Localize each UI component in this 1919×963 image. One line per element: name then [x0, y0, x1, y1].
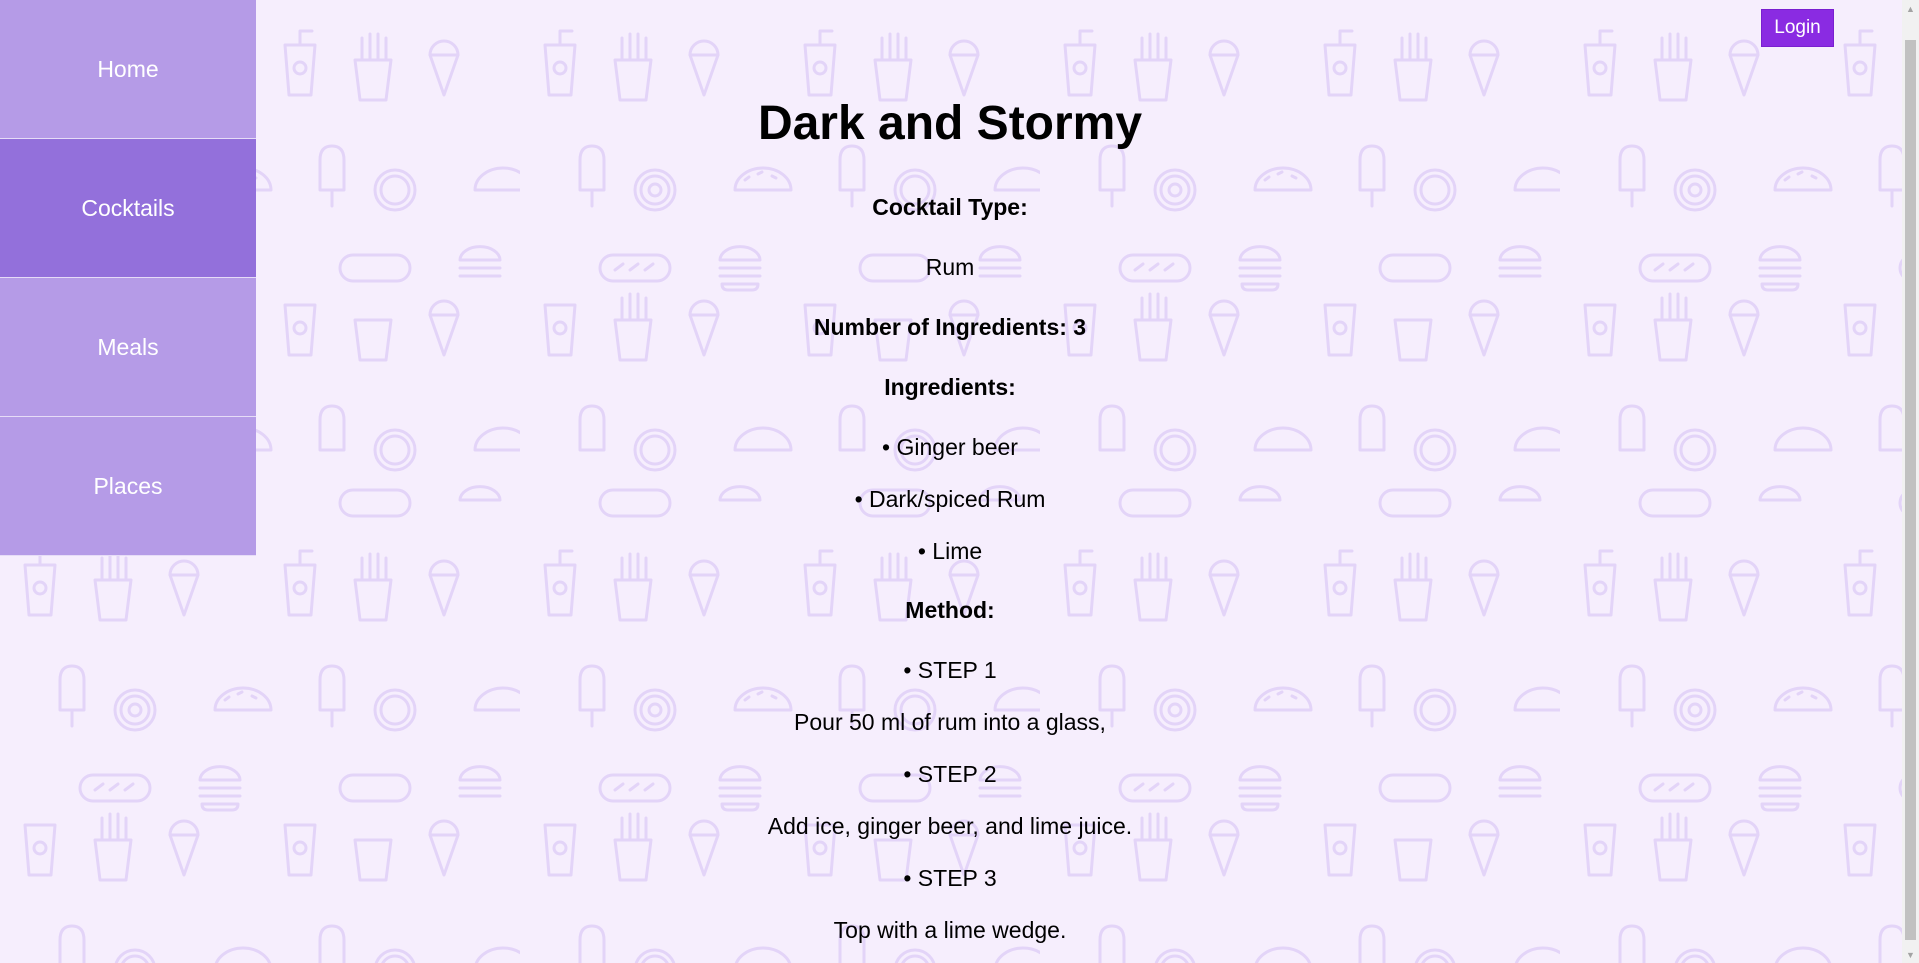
step-text: Pour 50 ml of rum into a glass,	[794, 709, 1106, 735]
sidebar-item-label: Cocktails	[81, 194, 175, 221]
sidebar-item-cocktails[interactable]: Cocktails	[0, 139, 256, 278]
sidebar-item-meals[interactable]: Meals	[0, 278, 256, 417]
sidebar-item-label: Meals	[97, 333, 159, 360]
sidebar-item-home[interactable]: Home	[0, 0, 256, 139]
ingredients-heading: Ingredients:	[884, 374, 1016, 400]
step-text: Add ice, ginger beer, and lime juice.	[767, 813, 1133, 839]
step-label: • STEP 1	[903, 657, 997, 683]
cocktail-type-heading: Cocktail Type:	[872, 194, 1028, 220]
method-heading: Method:	[905, 597, 995, 623]
step-label: • STEP 3	[903, 865, 997, 891]
sidebar-item-label: Home	[97, 55, 159, 82]
page-title: Dark and Stormy	[757, 97, 1143, 150]
ingredient-count: Number of Ingredients: 3	[813, 314, 1087, 340]
step-label: • STEP 2	[903, 761, 997, 787]
sidebar-item-label: Places	[93, 472, 163, 499]
scroll-up-arrow-icon[interactable]: ▲	[1902, 0, 1919, 17]
ingredient-item: • Ginger beer	[882, 434, 1018, 460]
ingredient-item: • Lime	[917, 538, 983, 564]
sidebar-item-places[interactable]: Places	[0, 417, 256, 556]
login-button[interactable]: Login	[1761, 9, 1834, 47]
step-text: Top with a lime wedge.	[833, 917, 1067, 943]
ingredient-item: • Dark/spiced Rum	[854, 486, 1046, 512]
sidebar-nav: Home Cocktails Meals Places	[0, 0, 256, 556]
cocktail-type-value: Rum	[925, 254, 975, 280]
vertical-scrollbar[interactable]: ▲ ▼	[1902, 0, 1919, 963]
scroll-down-arrow-icon[interactable]: ▼	[1902, 946, 1919, 963]
scrollbar-thumb[interactable]	[1905, 40, 1916, 940]
